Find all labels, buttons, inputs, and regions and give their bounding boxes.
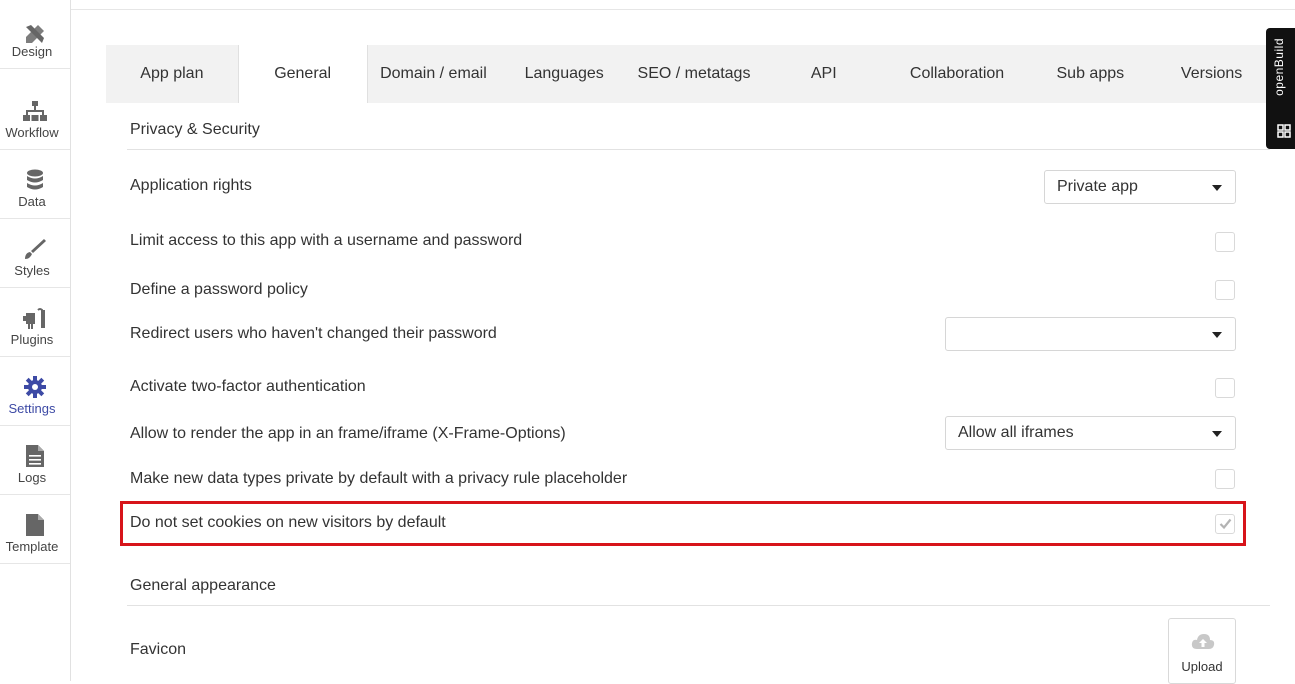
section-divider [127, 149, 1270, 150]
sidebar-item-label: Data [18, 194, 46, 209]
sidebar-item-label: Settings [8, 401, 56, 416]
two-factor-label: Activate two-factor authentication [130, 378, 366, 395]
private-types-checkbox[interactable] [1215, 469, 1235, 489]
brush-icon [0, 237, 70, 261]
privacy-section-title: Privacy & Security [130, 121, 260, 138]
workflow-icon [0, 99, 70, 123]
gear-icon [0, 375, 70, 399]
redirect-users-select[interactable] [945, 317, 1236, 351]
caret-down-icon [1212, 431, 1222, 437]
sidebar-item-settings[interactable]: Settings [0, 357, 70, 426]
settings-tabs: App plan General Domain / email Language… [106, 45, 1268, 103]
database-icon [0, 168, 70, 192]
sidebar-item-template[interactable]: Template [0, 495, 70, 564]
sidebar-item-workflow[interactable]: Workflow [0, 81, 70, 150]
tab-seo-metatags[interactable]: SEO / metatags [629, 45, 759, 103]
template-icon [0, 513, 70, 537]
xframe-select[interactable]: Allow all iframes [945, 416, 1236, 450]
caret-down-icon [1212, 185, 1222, 191]
appearance-section-title: General appearance [130, 577, 276, 594]
sidebar-item-data[interactable]: Data [0, 150, 70, 219]
design-icon [0, 22, 70, 46]
document-icon [0, 444, 70, 468]
sidebar-item-plugins[interactable]: Plugins [0, 288, 70, 357]
section-divider [127, 605, 1270, 606]
tab-collaboration[interactable]: Collaboration [889, 45, 1026, 103]
no-cookies-checkbox[interactable] [1215, 514, 1235, 534]
favicon-upload-button[interactable]: Upload [1168, 618, 1236, 684]
two-factor-checkbox[interactable] [1215, 378, 1235, 398]
application-rights-label: Application rights [130, 177, 252, 194]
private-types-label: Make new data types private by default w… [130, 470, 628, 487]
tab-api[interactable]: API [759, 45, 889, 103]
tab-general[interactable]: General [237, 45, 368, 103]
redirect-users-label: Redirect users who haven't changed their… [130, 325, 497, 342]
no-cookies-label: Do not set cookies on new visitors by de… [130, 514, 446, 531]
caret-down-icon [1212, 332, 1222, 338]
password-policy-label: Define a password policy [130, 281, 308, 298]
select-value: Allow all iframes [958, 424, 1074, 441]
tab-languages[interactable]: Languages [499, 45, 629, 103]
xframe-label: Allow to render the app in an frame/ifra… [130, 425, 566, 442]
sidebar-item-label: Plugins [10, 332, 54, 347]
sidebar-item-label: Workflow [5, 125, 59, 140]
limit-access-label: Limit access to this app with a username… [130, 232, 523, 249]
select-value: Private app [1057, 178, 1138, 195]
sidebar-item-design[interactable]: Design [0, 0, 70, 69]
checkmark-icon [1219, 517, 1232, 534]
sidebar-item-logs[interactable]: Logs [0, 426, 70, 495]
upload-label: Upload [1181, 659, 1223, 674]
password-policy-checkbox[interactable] [1215, 280, 1235, 300]
grid-icon [1277, 124, 1291, 142]
plug-icon [0, 306, 70, 330]
tab-app-plan[interactable]: App plan [106, 45, 238, 103]
cloud-upload-icon [1191, 633, 1215, 655]
tab-sub-apps[interactable]: Sub apps [1025, 45, 1155, 103]
tab-versions[interactable]: Versions [1155, 45, 1268, 103]
application-rights-select[interactable]: Private app [1044, 170, 1236, 204]
sidebar-item-label: Template [5, 539, 59, 554]
sidebar-item-styles[interactable]: Styles [0, 219, 70, 288]
widget-label: openBuild [1272, 38, 1286, 96]
sidebar-item-label: Styles [14, 263, 50, 278]
top-divider [70, 9, 1295, 10]
tab-domain-email[interactable]: Domain / email [368, 45, 500, 103]
sidebar-item-label: Logs [17, 470, 47, 485]
limit-access-checkbox[interactable] [1215, 232, 1235, 252]
left-sidebar: Design Workflow Data Styles Plugins Sett… [0, 0, 71, 681]
sidebar-item-label: Design [11, 44, 53, 59]
favicon-label: Favicon [130, 641, 187, 658]
openbuild-widget[interactable]: openBuild [1266, 28, 1295, 149]
